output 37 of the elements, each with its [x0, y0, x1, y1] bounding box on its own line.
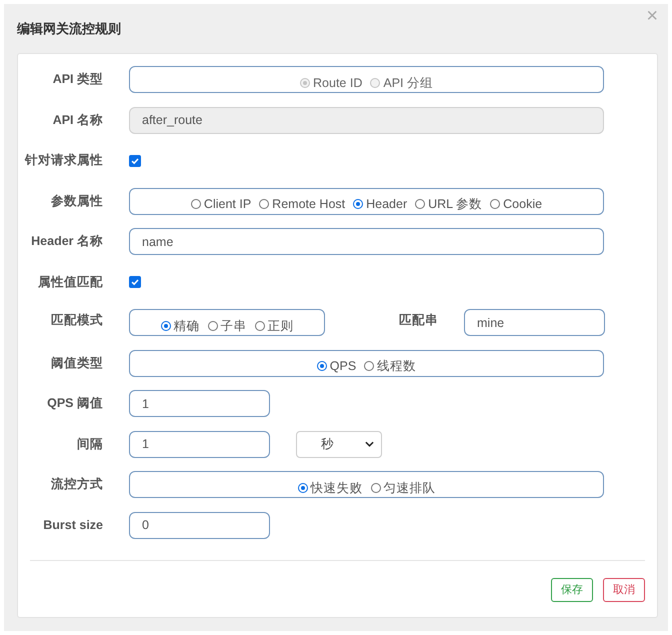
checkbox[interactable]: [129, 154, 141, 166]
radio-option[interactable]: 精确: [160, 320, 200, 332]
field-label: 阈值类型: [50, 354, 103, 372]
field-label: 匹配模式: [50, 312, 103, 329]
field-label: QPS 阈值: [46, 395, 103, 412]
radio-option[interactable]: Client IP: [190, 198, 252, 210]
radio-option[interactable]: URL 参数: [415, 198, 482, 210]
radio-option[interactable]: Cookie: [490, 198, 542, 210]
radio-option[interactable]: Remote Host: [259, 198, 346, 210]
radio-option[interactable]: 正则: [254, 320, 294, 332]
radio-option[interactable]: 匀速排队: [370, 482, 436, 494]
radio-option[interactable]: 快速失败: [298, 482, 362, 494]
field-label: 参数属性: [50, 192, 103, 210]
radio-option[interactable]: 线程数: [364, 360, 416, 372]
unit-select[interactable]: 秒: [296, 430, 382, 458]
input-field[interactable]: 1: [129, 390, 270, 417]
field-label: 间隔: [76, 436, 103, 452]
radio-option[interactable]: Header: [353, 198, 408, 210]
input-field[interactable]: 0: [129, 512, 270, 538]
chevron-down-icon: [365, 441, 374, 447]
field-label: 流控方式: [50, 476, 103, 493]
input-field[interactable]: 1: [129, 430, 270, 458]
input-field[interactable]: mine: [464, 309, 605, 336]
field-label: Burst size: [42, 518, 103, 532]
field-label: 匹配串: [399, 312, 438, 329]
field-label: 属性值匹配: [37, 274, 103, 290]
dialog-title: 编辑网关流控规则: [17, 20, 121, 38]
field-label: API 名称: [52, 112, 103, 128]
input-field[interactable]: name: [129, 228, 604, 255]
field-label: 针对请求属性: [24, 152, 103, 169]
cancel-button[interactable]: 取消: [603, 578, 645, 602]
field-label: Header 名称: [30, 233, 103, 250]
field-label: API 类型: [52, 71, 103, 88]
save-button[interactable]: 保存: [551, 578, 593, 602]
radio-option[interactable]: 子串: [208, 320, 246, 332]
radio-option[interactable]: QPS: [316, 360, 356, 372]
checkbox[interactable]: [129, 276, 141, 288]
